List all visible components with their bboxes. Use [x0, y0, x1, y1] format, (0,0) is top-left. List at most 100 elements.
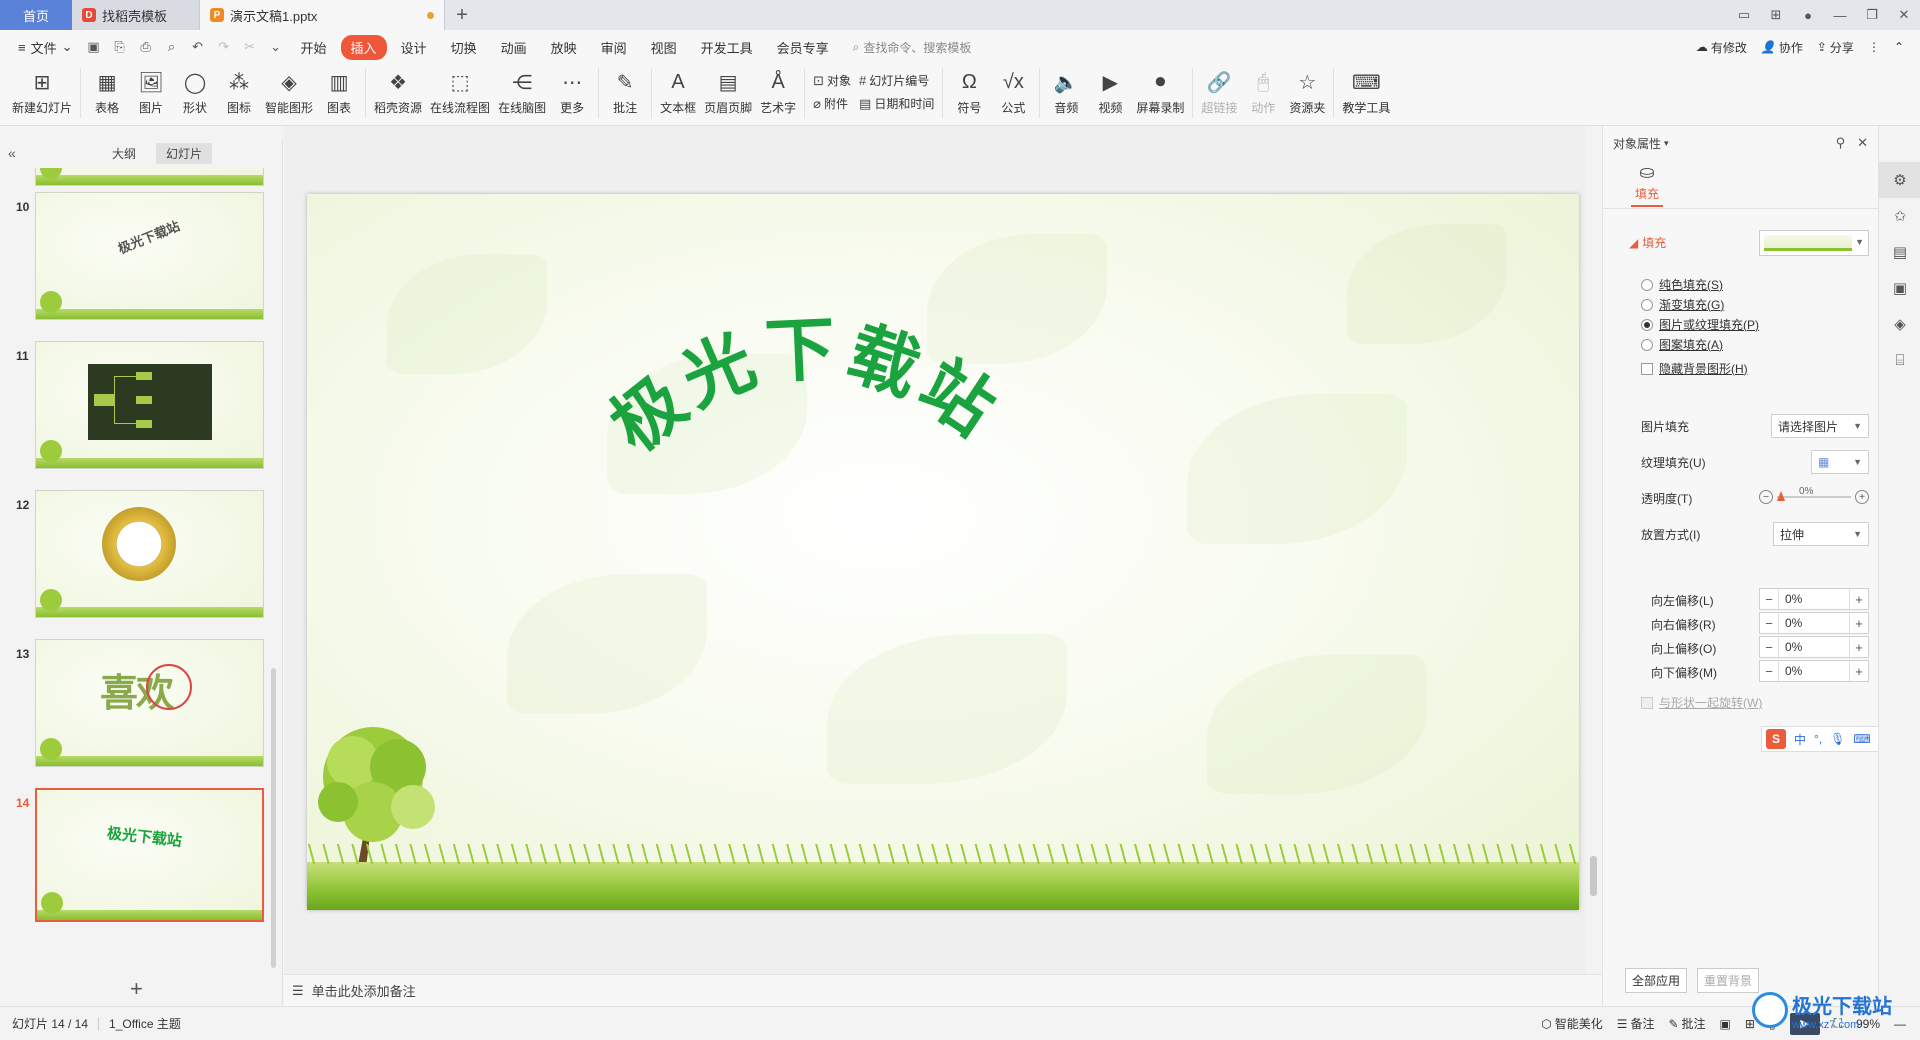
quick-access-more-icon[interactable]: ⌄	[265, 36, 287, 58]
textbox-button[interactable]: A 文本框	[656, 64, 700, 116]
fill-option[interactable]: 隐藏背景图形(H)	[1641, 360, 1748, 377]
book-icon[interactable]: ⌸	[1879, 342, 1920, 378]
slide-thumbnail[interactable]	[35, 341, 264, 469]
comment-button[interactable]: ✎ 批注	[603, 64, 647, 116]
print-preview-icon[interactable]: ⌕	[161, 36, 183, 58]
layout-icon[interactable]: ▭	[1728, 0, 1760, 30]
plus-icon[interactable]: +	[1850, 640, 1868, 655]
export-pdf-icon[interactable]: ⎘	[109, 36, 131, 58]
minus-icon[interactable]: −	[1760, 592, 1778, 607]
plus-icon[interactable]: +	[1850, 664, 1868, 679]
image-library-icon[interactable]: ▣	[1879, 270, 1920, 306]
tab-developer[interactable]: 开发工具	[691, 35, 763, 60]
tab-transitions[interactable]: 切换	[441, 35, 487, 60]
slide-thumbnail-selected[interactable]: 极光下载站	[35, 788, 264, 922]
radio-button[interactable]	[1641, 318, 1653, 331]
tab-outline[interactable]: 大纲	[102, 143, 146, 164]
attachment-button[interactable]: ⌀ 附件	[813, 95, 851, 112]
save-icon[interactable]: ▣	[83, 36, 105, 58]
offset-value[interactable]: 0%	[1778, 637, 1850, 657]
placement-dropdown[interactable]: 拉伸 ▼	[1773, 522, 1869, 546]
tab-home[interactable]: 首页	[0, 0, 72, 30]
offset-value[interactable]: 0%	[1778, 589, 1850, 609]
restore-button[interactable]: ❐	[1856, 0, 1888, 30]
offset-value[interactable]: 0%	[1778, 661, 1850, 681]
minimize-button[interactable]: —	[1824, 0, 1856, 30]
minus-icon[interactable]: −	[1759, 490, 1773, 504]
ime-language[interactable]: 中	[1794, 731, 1806, 748]
fill-option[interactable]: 纯色填充(S)	[1641, 276, 1723, 293]
radio-button[interactable]	[1641, 298, 1653, 311]
notes-toggle-button[interactable]: ☰ 备注	[1617, 1015, 1655, 1032]
symbol-button[interactable]: Ω 符号	[947, 64, 991, 116]
slider-track[interactable]: 0%	[1777, 486, 1851, 501]
action-button[interactable]: 🖱 动作	[1241, 64, 1285, 116]
fill-option[interactable]: 渐变填充(G)	[1641, 296, 1724, 313]
table-button[interactable]: ▦ 表格	[85, 64, 129, 116]
audio-button[interactable]: 🔈 音频	[1044, 64, 1088, 116]
location-icon[interactable]: ◈	[1879, 306, 1920, 342]
tab-docer-templates[interactable]: D 找稻壳模板	[72, 0, 200, 30]
tab-insert[interactable]: 插入	[340, 34, 387, 60]
notes-area[interactable]: ☰ 单击此处添加备注	[284, 974, 1602, 1006]
command-search[interactable]: ⌕ 查找命令、搜索模板	[853, 39, 972, 56]
minus-icon[interactable]: −	[1760, 664, 1778, 679]
teaching-button[interactable]: ⌨ 教学工具	[1338, 64, 1394, 116]
close-icon[interactable]: ✕	[1857, 135, 1868, 151]
picture-button[interactable]: 🖼 图片	[129, 64, 173, 116]
avatar[interactable]: ●	[1792, 0, 1824, 30]
slide-thumbnail[interactable]: 喜欢	[35, 639, 264, 767]
video-button[interactable]: ▶ 视频	[1088, 64, 1132, 116]
slider-knob[interactable]	[1777, 491, 1785, 501]
formula-button[interactable]: √x 公式	[991, 64, 1035, 116]
slide-thumbnail[interactable]: 极光下载站	[35, 192, 264, 320]
chart-button[interactable]: ▥ 图表	[317, 64, 361, 116]
record-button[interactable]: ⏺ 屏幕录制	[1132, 64, 1188, 116]
resource-button[interactable]: ❖ 稻壳资源	[370, 64, 426, 116]
punctuation-icon[interactable]: °,	[1814, 732, 1822, 746]
more-button[interactable]: ⋯ 更多	[550, 64, 594, 116]
wordart-button[interactable]: Å 艺术字	[756, 64, 800, 116]
tab-slideshow[interactable]: 放映	[541, 35, 587, 60]
format-painter-icon[interactable]: ✂	[239, 36, 261, 58]
theme-name[interactable]: 1_Office 主题	[109, 1015, 181, 1032]
folder-star-button[interactable]: ☆ 资源夹	[1285, 64, 1329, 116]
tab-slides[interactable]: 幻灯片	[156, 142, 213, 164]
offset-stepper[interactable]: −0% +	[1759, 588, 1869, 610]
minus-icon[interactable]: −	[1760, 616, 1778, 631]
tab-home-ribbon[interactable]: 开始	[291, 35, 337, 60]
offset-stepper[interactable]: −0% +	[1759, 612, 1869, 634]
tab-fill[interactable]: ⛀ 填充	[1631, 162, 1663, 207]
rotate-checkbox[interactable]	[1641, 696, 1653, 709]
plus-icon[interactable]: +	[1855, 490, 1869, 504]
animation-star-icon[interactable]: ✩	[1879, 198, 1920, 234]
print-icon[interactable]: ⎙	[135, 36, 157, 58]
object-button[interactable]: ⊡ 对象	[813, 72, 851, 89]
radio-button[interactable]	[1641, 278, 1653, 291]
normal-view-icon[interactable]: ▣	[1720, 1017, 1731, 1031]
slides-library-icon[interactable]: ▤	[1879, 234, 1920, 270]
apply-all-button[interactable]: 全部应用	[1625, 968, 1688, 993]
collaborate-button[interactable]: 👤 协作	[1761, 39, 1803, 56]
add-slide-button[interactable]: +	[130, 976, 143, 1002]
keyboard-icon[interactable]: ⌨	[1853, 732, 1870, 746]
pin-icon[interactable]: ⚲	[1836, 135, 1846, 151]
collapse-panel-icon[interactable]: «	[8, 145, 28, 161]
texture-fill-dropdown[interactable]: ▦ ▼	[1811, 450, 1869, 474]
plus-icon[interactable]: +	[1850, 592, 1868, 607]
slide-title-wordart[interactable]: 极光下载站	[307, 194, 1579, 910]
checkbox[interactable]	[1641, 362, 1653, 375]
share-button[interactable]: ⇪ 分享	[1817, 39, 1854, 56]
undo-icon[interactable]: ↶	[187, 36, 209, 58]
more-menu-icon[interactable]: ⋮	[1868, 40, 1880, 54]
tab-view[interactable]: 视图	[641, 35, 687, 60]
editor-scrollbar[interactable]	[1586, 126, 1602, 974]
thumbnail-scrollbar[interactable]	[271, 668, 276, 968]
collapse-ribbon-icon[interactable]: ⌃	[1894, 40, 1904, 54]
fill-section-header[interactable]: ◢ 填充	[1629, 234, 1666, 251]
fill-option[interactable]: 图案填充(A)	[1641, 336, 1723, 353]
smartart-button[interactable]: ◈ 智能图形	[261, 64, 317, 116]
close-button[interactable]: ✕	[1888, 0, 1920, 30]
current-slide[interactable]: 极光下载站	[307, 194, 1579, 910]
slide-thumbnail[interactable]	[35, 490, 264, 618]
